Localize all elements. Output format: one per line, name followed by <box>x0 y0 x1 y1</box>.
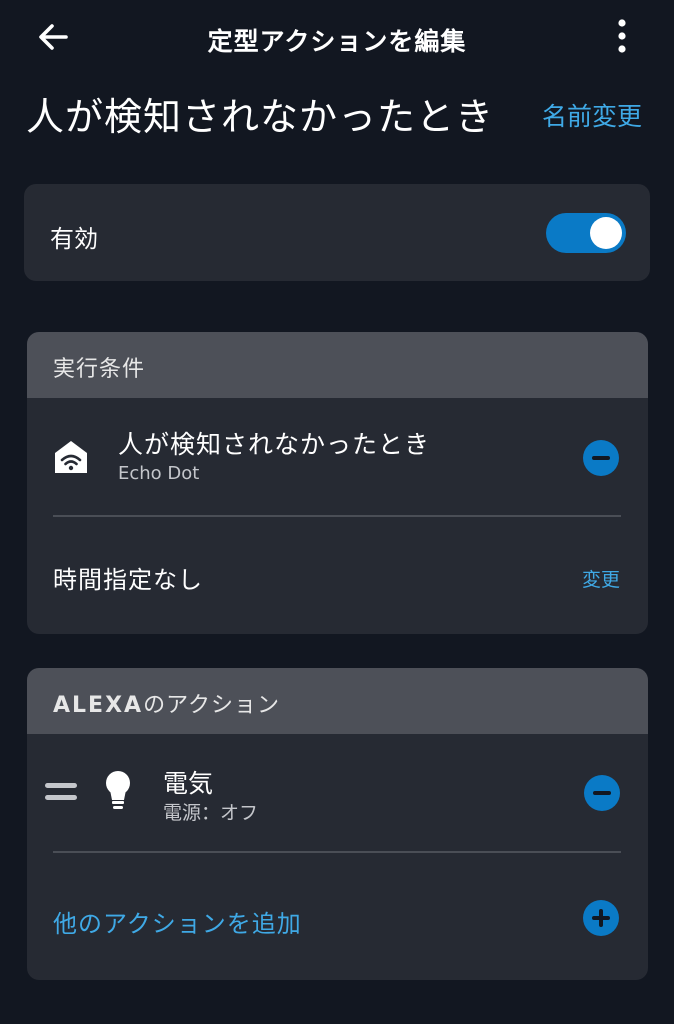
schedule-label: 時間指定なし <box>53 566 203 594</box>
routine-name: 人が検知されなかったとき <box>26 95 495 139</box>
enabled-label: 有効 <box>50 225 98 253</box>
add-action-row[interactable]: 他のアクションを追加 <box>27 853 648 980</box>
more-vertical-icon[interactable] <box>608 18 636 54</box>
action-row[interactable]: 電気 電源：オフ <box>27 734 648 852</box>
schedule-row: 時間指定なし 変更 <box>27 517 648 634</box>
remove-action-button[interactable] <box>584 775 620 811</box>
actions-card-header: ALEXAのアクション <box>27 668 648 734</box>
actions-card-title: ALEXAのアクション <box>53 687 280 719</box>
add-action-button[interactable] <box>583 900 619 936</box>
trigger-card: 実行条件 人が検知されなかったとき Echo Dot 時間指定なし 変更 <box>27 332 648 634</box>
change-schedule-link[interactable]: 変更 <box>582 565 620 592</box>
trigger-title: 人が検知されなかったとき <box>118 430 431 459</box>
page-title: 定型アクションを編集 <box>207 27 467 56</box>
rename-link[interactable]: 名前変更 <box>542 97 642 133</box>
trigger-row[interactable]: 人が検知されなかったとき Echo Dot <box>27 398 648 514</box>
toggle-knob <box>590 217 622 249</box>
trigger-subtitle: Echo Dot <box>118 463 200 484</box>
enabled-card: 有効 <box>24 184 650 281</box>
smart-home-wifi-icon <box>55 441 87 473</box>
drag-handle-icon[interactable] <box>45 781 77 803</box>
actions-card-title-rest: のアクション <box>143 693 280 718</box>
action-subtitle: 電源：オフ <box>163 802 259 824</box>
action-title: 電気 <box>163 769 214 798</box>
top-bar: 定型アクションを編集 <box>0 0 674 80</box>
light-bulb-icon <box>106 771 130 809</box>
trigger-card-title: 実行条件 <box>53 357 146 382</box>
remove-trigger-button[interactable] <box>583 440 619 476</box>
trigger-card-header: 実行条件 <box>27 332 648 398</box>
alexa-brand: ALEXA <box>53 693 144 718</box>
enabled-toggle[interactable] <box>546 213 626 253</box>
add-action-label[interactable]: 他のアクションを追加 <box>53 904 302 939</box>
actions-card: ALEXAのアクション 電気 電源：オフ 他のアクションを追加 <box>27 668 648 980</box>
